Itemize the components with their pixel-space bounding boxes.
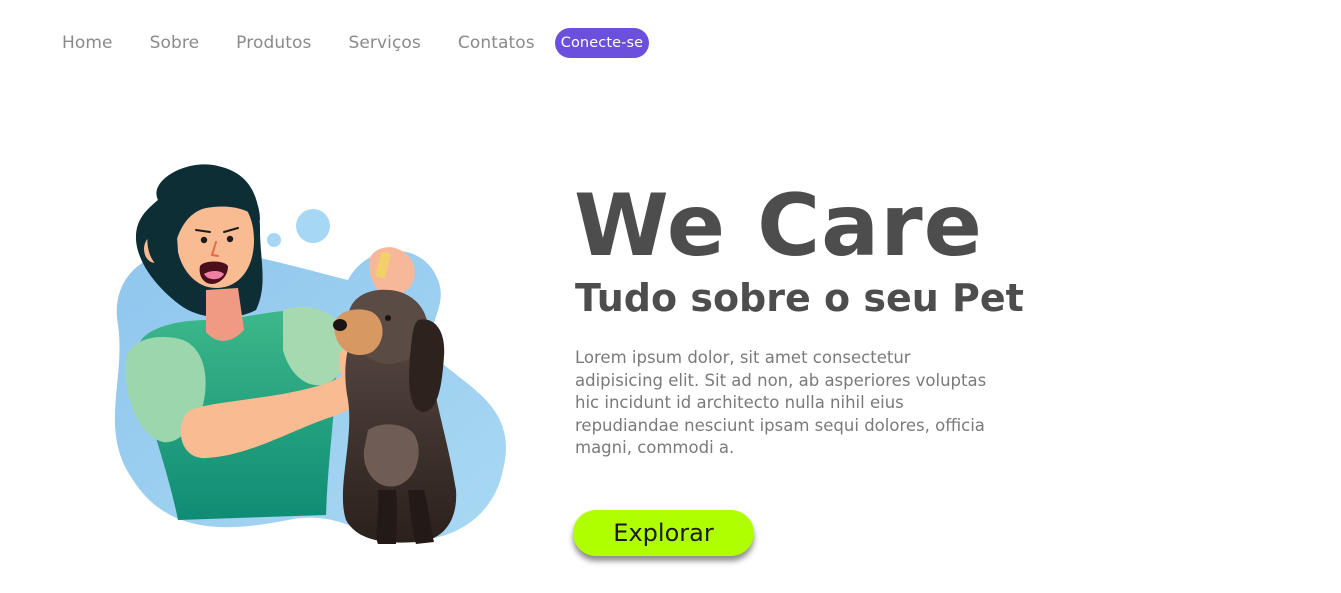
nav-sobre[interactable]: Sobre bbox=[150, 33, 200, 53]
explore-button[interactable]: Explorar bbox=[573, 510, 754, 556]
nav-home[interactable]: Home bbox=[62, 33, 113, 53]
bubble-small bbox=[267, 233, 281, 247]
hero-subtitle: Tudo sobre o seu Pet bbox=[575, 276, 1024, 320]
connect-button[interactable]: Conecte-se bbox=[554, 28, 650, 58]
hero-title: We Care bbox=[574, 176, 983, 276]
vet-illustration bbox=[114, 164, 506, 544]
dog-figure bbox=[333, 289, 457, 544]
hero-description: Lorem ipsum dolor, sit amet consectetur … bbox=[575, 348, 987, 458]
nav-contatos[interactable]: Contatos bbox=[458, 33, 535, 53]
bubble-large bbox=[296, 209, 330, 243]
landing-page: Home Sobre Produtos Serviços Contatos Co… bbox=[0, 0, 1341, 593]
nav-servicos[interactable]: Serviços bbox=[348, 33, 420, 53]
nav-produtos[interactable]: Produtos bbox=[236, 33, 311, 53]
top-nav: Home Sobre Produtos Serviços Contatos Co… bbox=[62, 28, 650, 58]
